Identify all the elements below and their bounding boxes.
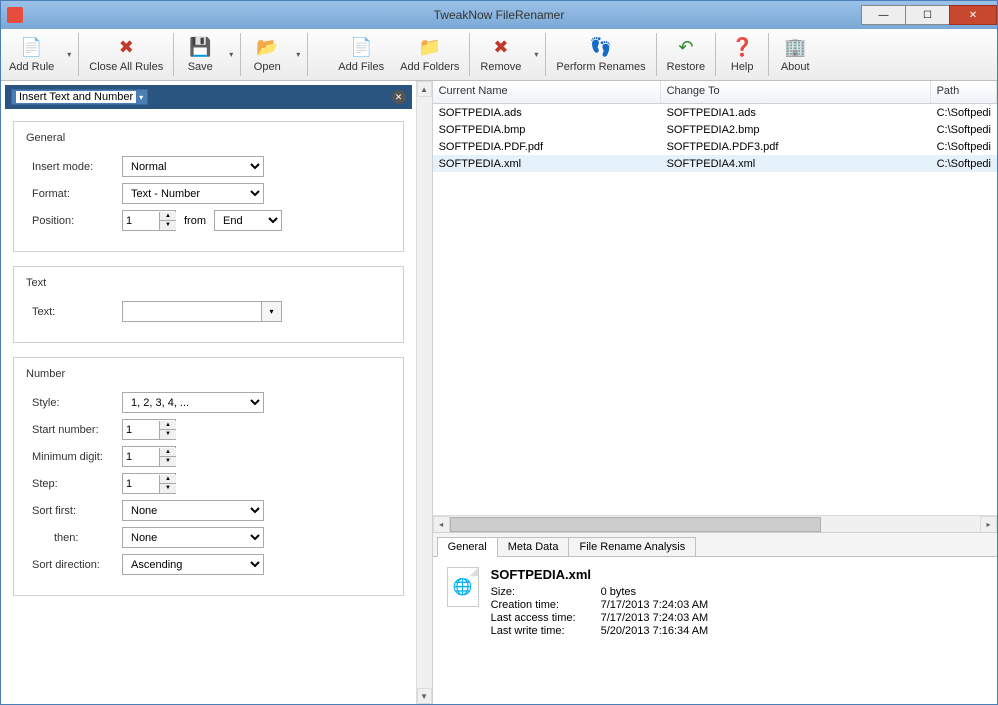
- from-select[interactable]: End: [214, 210, 282, 231]
- toolbar-dropdown-arrow-icon[interactable]: ▾: [291, 29, 305, 80]
- sort-direction-select[interactable]: Ascending: [122, 554, 264, 575]
- maximize-button[interactable]: ☐: [905, 5, 950, 25]
- save-icon: 💾: [189, 37, 211, 59]
- rule-close-icon[interactable]: ✕: [392, 90, 406, 104]
- add-files-icon: 📄: [350, 37, 372, 59]
- file-row[interactable]: SOFTPEDIA.adsSOFTPEDIA1.adsC:\Softpedi: [433, 104, 997, 121]
- toolbar-restore[interactable]: ↶Restore: [659, 29, 714, 80]
- rule-type-dropdown[interactable]: Insert Text and Number▾: [11, 89, 148, 105]
- spin-up-icon[interactable]: ▲: [160, 212, 176, 221]
- minimize-button[interactable]: —: [861, 5, 906, 25]
- min-digit-spinner[interactable]: ▲▼: [122, 446, 176, 467]
- add-rule-icon: 📄: [21, 37, 43, 59]
- spin-down-icon[interactable]: ▼: [160, 221, 176, 230]
- scroll-right-icon[interactable]: ▸: [980, 516, 997, 533]
- text-fieldset: Text Text: ▾: [13, 266, 404, 343]
- tab-meta-data[interactable]: Meta Data: [497, 537, 570, 557]
- col-change-to[interactable]: Change To: [661, 81, 931, 103]
- toolbar-save[interactable]: 💾Save: [176, 29, 224, 80]
- open-icon: 📂: [256, 37, 278, 59]
- step-spinner[interactable]: ▲▼: [122, 473, 176, 494]
- format-select[interactable]: Text - Number: [122, 183, 264, 204]
- restore-icon: ↶: [675, 37, 697, 59]
- text-input[interactable]: [122, 301, 262, 322]
- about-icon: 🏢: [784, 37, 806, 59]
- rules-scrollbar[interactable]: ▲ ▼: [416, 81, 432, 704]
- file-row[interactable]: SOFTPEDIA.xmlSOFTPEDIA4.xmlC:\Softpedi: [433, 155, 997, 172]
- rules-pane: Insert Text and Number▾ ✕ General Insert…: [1, 81, 433, 704]
- file-row[interactable]: SOFTPEDIA.PDF.pdfSOFTPEDIA.PDF3.pdfC:\So…: [433, 138, 997, 155]
- scroll-left-icon[interactable]: ◂: [433, 516, 450, 533]
- toolbar-perform-renames[interactable]: 👣Perform Renames: [548, 29, 653, 80]
- sort-then-select[interactable]: None: [122, 527, 264, 548]
- toolbar-close-all-rules[interactable]: ✖Close All Rules: [81, 29, 171, 80]
- file-type-icon: 🌐: [447, 567, 479, 607]
- toolbar-about[interactable]: 🏢About: [771, 29, 819, 80]
- toolbar: 📄Add Rule▾✖Close All Rules💾Save▾📂Open▾ 📄…: [1, 29, 997, 81]
- app-icon: [7, 7, 23, 23]
- close-button[interactable]: ✕: [949, 5, 997, 25]
- general-fieldset: General Insert mode: Normal Format: Text…: [13, 121, 404, 252]
- start-number-spinner[interactable]: ▲▼: [122, 419, 176, 440]
- add-folders-icon: 📁: [419, 37, 441, 59]
- file-list-hscrollbar[interactable]: ◂ ▸: [433, 515, 997, 532]
- file-list: Current Name Change To Path SOFTPEDIA.ad…: [433, 81, 997, 515]
- toolbar-help[interactable]: ❓Help: [718, 29, 766, 80]
- scroll-up-icon[interactable]: ▲: [417, 81, 432, 97]
- titlebar: TweakNow FileRenamer — ☐ ✕: [1, 1, 997, 29]
- toolbar-add-rule[interactable]: 📄Add Rule: [1, 29, 62, 80]
- selected-file-name: SOFTPEDIA.xml: [491, 567, 709, 582]
- style-select[interactable]: 1, 2, 3, 4, ...: [122, 392, 264, 413]
- toolbar-dropdown-arrow-icon[interactable]: ▾: [529, 29, 543, 80]
- details-panel: GeneralMeta DataFile Rename Analysis 🌐 S…: [433, 532, 997, 704]
- close-all-rules-icon: ✖: [115, 37, 137, 59]
- help-icon: ❓: [731, 37, 753, 59]
- rule-header: Insert Text and Number▾ ✕: [5, 85, 412, 109]
- sort-first-select[interactable]: None: [122, 500, 264, 521]
- tab-file-rename-analysis[interactable]: File Rename Analysis: [568, 537, 696, 557]
- toolbar-open[interactable]: 📂Open: [243, 29, 291, 80]
- toolbar-add-files[interactable]: 📄Add Files: [330, 29, 392, 80]
- file-list-header: Current Name Change To Path: [433, 81, 997, 104]
- toolbar-remove[interactable]: ✖Remove: [472, 29, 529, 80]
- perform-renames-icon: 👣: [590, 37, 612, 59]
- file-row[interactable]: SOFTPEDIA.bmpSOFTPEDIA2.bmpC:\Softpedi: [433, 121, 997, 138]
- app-window: TweakNow FileRenamer — ☐ ✕ 📄Add Rule▾✖Cl…: [0, 0, 998, 705]
- scroll-down-icon[interactable]: ▼: [417, 688, 432, 704]
- toolbar-add-folders[interactable]: 📁Add Folders: [392, 29, 467, 80]
- col-current-name[interactable]: Current Name: [433, 81, 661, 103]
- position-spinner[interactable]: ▲▼: [122, 210, 176, 231]
- text-dropdown-icon[interactable]: ▾: [262, 301, 282, 322]
- window-title: TweakNow FileRenamer: [434, 8, 565, 22]
- toolbar-dropdown-arrow-icon[interactable]: ▾: [224, 29, 238, 80]
- col-path[interactable]: Path: [931, 81, 997, 103]
- remove-icon: ✖: [490, 37, 512, 59]
- tab-general[interactable]: General: [437, 537, 498, 557]
- files-pane: Current Name Change To Path SOFTPEDIA.ad…: [433, 81, 997, 704]
- toolbar-dropdown-arrow-icon[interactable]: ▾: [62, 29, 76, 80]
- number-fieldset: Number Style: 1, 2, 3, 4, ... Start numb…: [13, 357, 404, 596]
- insert-mode-select[interactable]: Normal: [122, 156, 264, 177]
